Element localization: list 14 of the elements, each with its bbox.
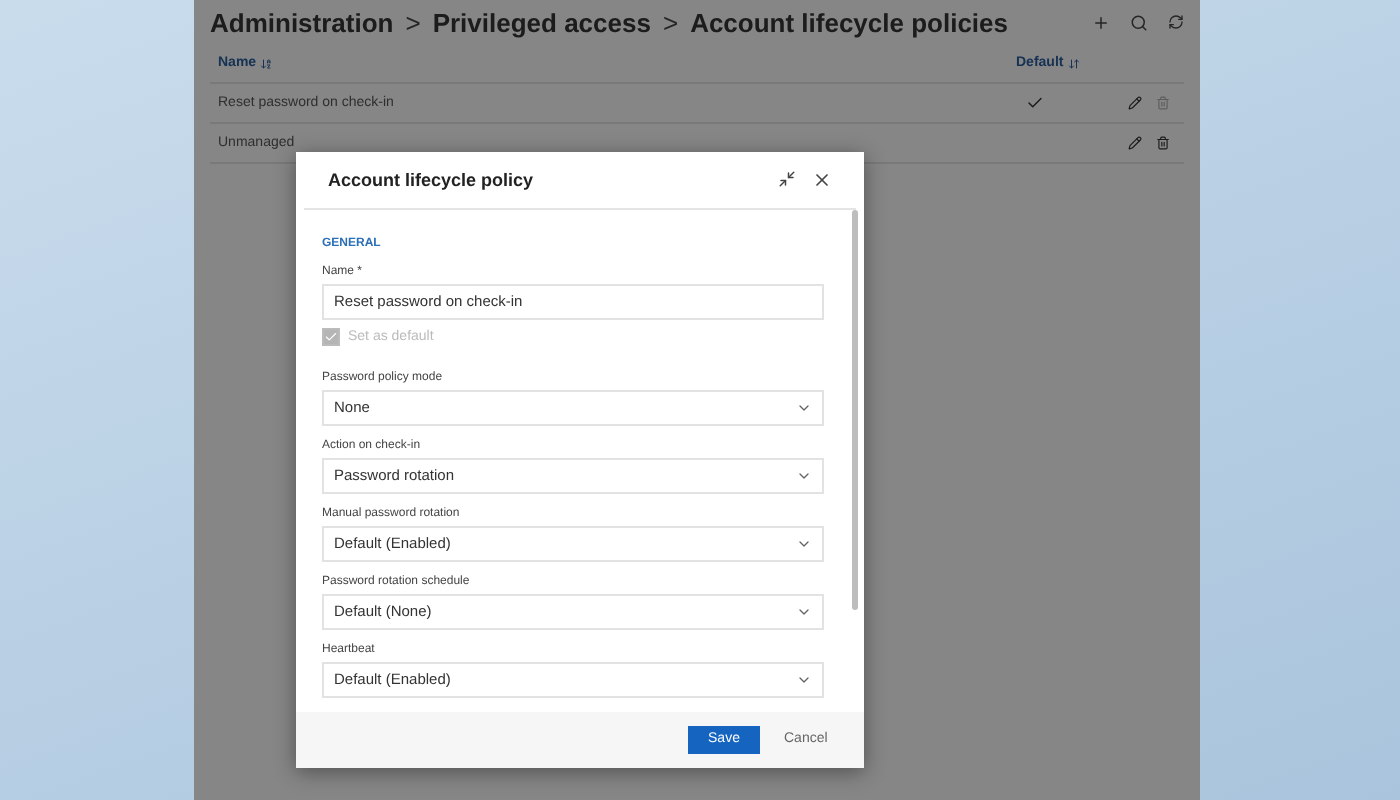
breadcrumb-item[interactable]: Account lifecycle policies xyxy=(690,7,1009,37)
search-button[interactable] xyxy=(1130,13,1148,31)
refresh-button[interactable] xyxy=(1168,13,1184,31)
scrollbar[interactable] xyxy=(852,209,858,610)
collapse-icon[interactable] xyxy=(778,169,796,190)
breadcrumb-item[interactable]: Administration xyxy=(210,7,394,37)
sort-icon[interactable] xyxy=(1067,57,1080,69)
sort-icon[interactable] xyxy=(260,57,273,69)
add-button[interactable] xyxy=(1092,13,1110,31)
breadcrumb-item[interactable]: Privileged access xyxy=(432,7,651,37)
breadcrumb-separator: > xyxy=(405,7,421,37)
breadcrumb-separator: > xyxy=(662,7,679,37)
close-icon[interactable] xyxy=(812,169,832,190)
dialog-title: Account lifecycle policy xyxy=(328,169,534,190)
